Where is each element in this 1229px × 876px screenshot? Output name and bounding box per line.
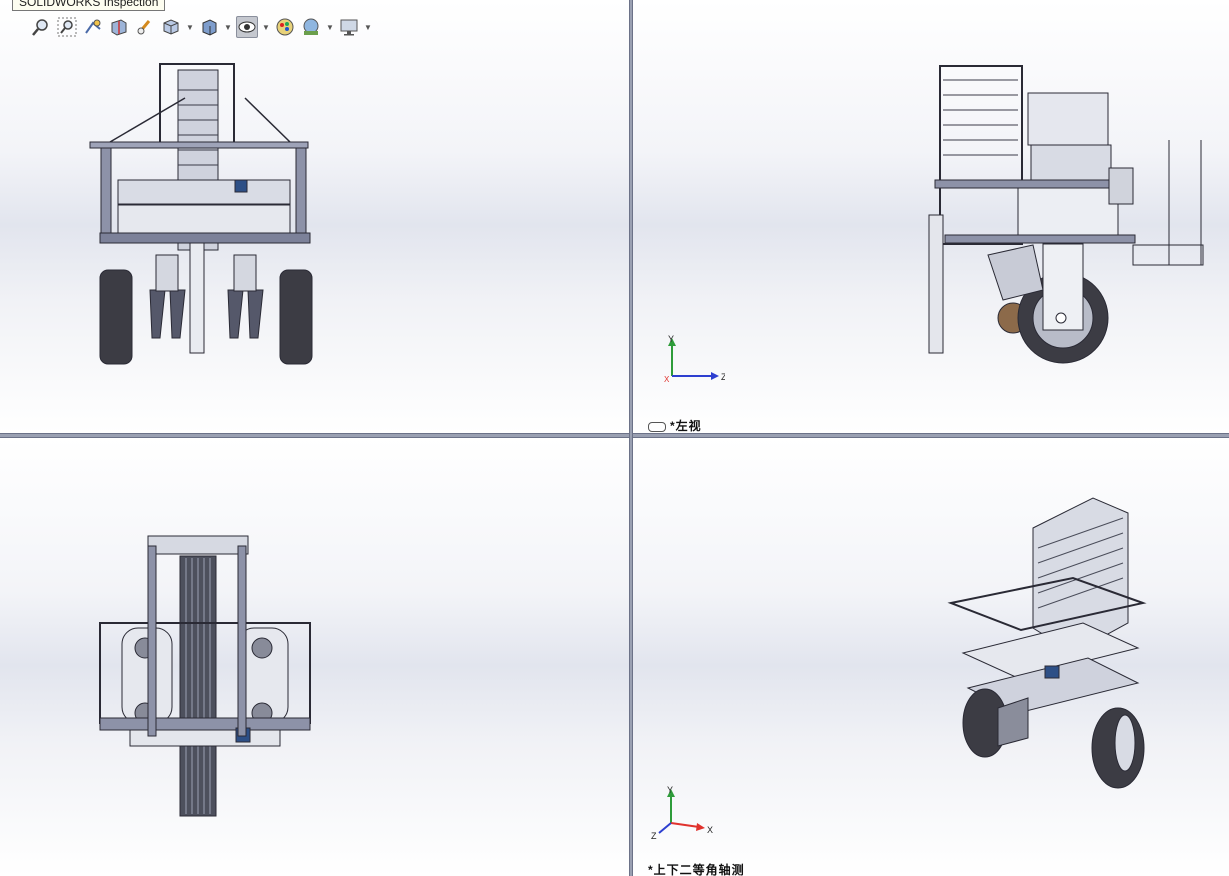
model-top-view bbox=[99, 535, 311, 817]
axis-y-label: Y bbox=[667, 785, 673, 795]
viewport-left[interactable]: Y Z X *左视 bbox=[633, 0, 1229, 433]
axis-x-label: X bbox=[707, 825, 713, 835]
vertical-splitter[interactable] bbox=[629, 0, 633, 876]
axis-z-label: Z bbox=[721, 372, 725, 382]
viewport-front[interactable]: SOLIDWORKS Inspection ▼ ▼ ▼ ▼ ▼ bbox=[0, 0, 629, 433]
axis-y-label: Y bbox=[668, 334, 674, 344]
view-label: *左视 bbox=[648, 417, 702, 433]
axis-x-label: X bbox=[664, 375, 670, 384]
view-label: *上下二等角轴测 bbox=[648, 863, 745, 876]
link-icon bbox=[648, 421, 666, 432]
horizontal-splitter[interactable] bbox=[0, 433, 1229, 438]
model-front-view bbox=[89, 63, 313, 365]
viewport-top[interactable] bbox=[0, 438, 629, 876]
axis-z-label: Z bbox=[651, 831, 657, 841]
viewport-isometric[interactable]: Y X Z *上下二等角轴测 bbox=[633, 438, 1229, 876]
coordinate-triad-icon: Y Z X bbox=[664, 334, 725, 384]
coordinate-triad-icon: Y X Z bbox=[651, 785, 713, 841]
